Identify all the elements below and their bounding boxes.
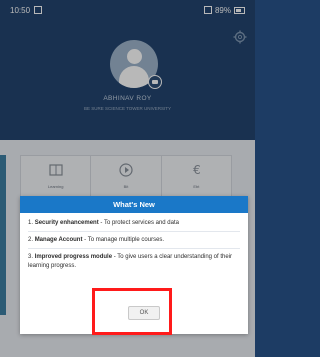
item-number: 1. (28, 220, 34, 226)
divider (28, 248, 240, 250)
item-number: 2. (28, 237, 34, 244)
dialog-body: 1. Security enhancement - To protect ser… (20, 213, 248, 270)
dialog-title: What's New (20, 196, 248, 213)
item-number: 3. (28, 254, 34, 261)
item-title: Manage Account (34, 237, 83, 244)
highlight-annotation (92, 288, 172, 335)
whats-new-item: 3. Improved progress module - To give us… (28, 253, 240, 269)
item-title: Security enhancement (34, 220, 99, 226)
item-text: - To protect services and data (98, 220, 179, 226)
item-title: Improved progress module (34, 254, 113, 261)
divider (28, 231, 240, 233)
item-text: - To manage multiple courses. (82, 237, 165, 244)
whats-new-item: 1. Security enhancement - To protect ser… (28, 219, 240, 227)
whats-new-item: 2. Manage Account - To manage multiple c… (28, 236, 240, 244)
